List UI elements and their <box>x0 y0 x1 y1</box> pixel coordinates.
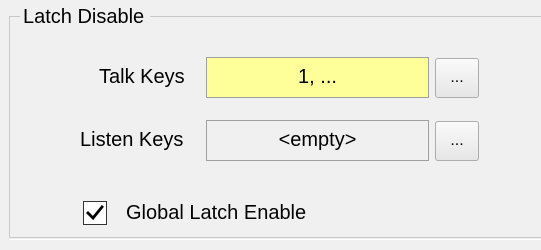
checkmark-icon <box>86 205 104 221</box>
listen-keys-browse-button[interactable]: ... <box>435 121 479 161</box>
global-latch-enable-checkbox[interactable] <box>83 201 107 225</box>
listen-keys-field[interactable]: <empty> <box>206 120 429 161</box>
listen-keys-browse-label: ... <box>450 132 464 149</box>
talk-keys-value: 1, ... <box>298 66 337 88</box>
listen-keys-value: <empty> <box>278 129 357 151</box>
global-latch-enable-label[interactable]: Global Latch Enable <box>126 199 306 227</box>
talk-keys-label: Talk Keys <box>99 66 185 88</box>
talk-keys-browse-label: ... <box>450 69 464 86</box>
talk-keys-browse-button[interactable]: ... <box>435 58 479 98</box>
listen-keys-label: Listen Keys <box>80 129 184 151</box>
latch-disable-group-title: Latch Disable <box>20 4 151 30</box>
talk-keys-field[interactable]: 1, ... <box>206 57 429 98</box>
